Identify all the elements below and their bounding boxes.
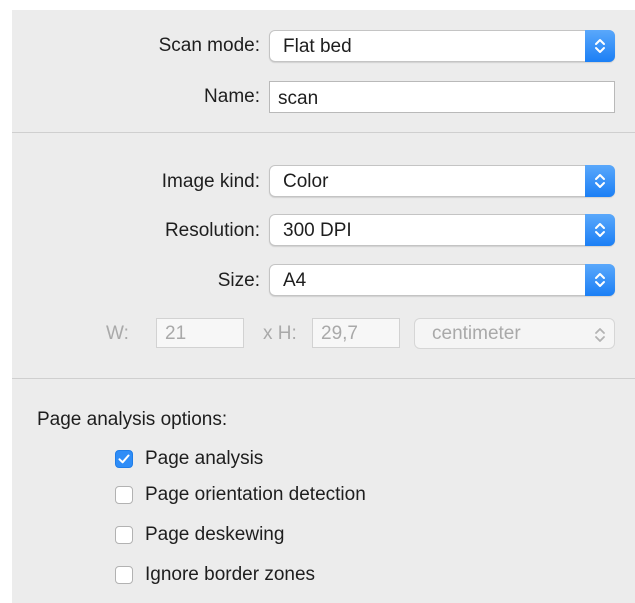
width-input[interactable]: 21 <box>156 318 244 348</box>
page-deskewing-checkbox[interactable] <box>115 526 133 544</box>
unit-value: centimeter <box>432 323 521 344</box>
scan-mode-popup[interactable]: Flat bed <box>269 30 615 62</box>
image-kind-stepper[interactable] <box>585 165 615 197</box>
ignore-border-zones-label: Ignore border zones <box>145 564 316 585</box>
size-value: A4 <box>283 270 307 291</box>
image-kind-value: Color <box>283 171 329 192</box>
page-analysis-checkbox[interactable] <box>115 450 133 468</box>
chevron-updown-icon <box>595 273 605 287</box>
scan-mode-value: Flat bed <box>283 36 352 57</box>
chevron-updown-icon <box>595 174 605 188</box>
resolution-value: 300 DPI <box>283 220 352 241</box>
name-input[interactable]: scan <box>269 81 615 113</box>
image-kind-popup[interactable]: Color <box>269 165 615 197</box>
width-label: W: <box>106 323 129 344</box>
page-deskewing-label: Page deskewing <box>145 524 285 545</box>
size-stepper[interactable] <box>585 264 615 296</box>
size-popup[interactable]: A4 <box>269 264 615 296</box>
page-orientation-detection-checkbox[interactable] <box>115 486 133 504</box>
height-label: x H: <box>263 323 297 344</box>
height-input[interactable]: 29,7 <box>312 318 400 348</box>
page-analysis-title: Page analysis options: <box>37 409 228 430</box>
scan-mode-stepper[interactable] <box>585 30 615 62</box>
checkmark-icon <box>118 454 130 464</box>
page-analysis-label: Page analysis <box>145 448 264 469</box>
page-orientation-detection-label: Page orientation detection <box>145 484 366 505</box>
name-input-value: scan <box>278 88 319 109</box>
resolution-stepper[interactable] <box>585 214 615 246</box>
separator <box>12 132 635 133</box>
scan-mode-label: Scan mode: <box>158 35 260 56</box>
chevron-updown-icon <box>595 328 605 342</box>
name-label: Name: <box>204 86 260 107</box>
separator <box>12 378 635 379</box>
ignore-border-zones-checkbox[interactable] <box>115 566 133 584</box>
image-kind-label: Image kind: <box>161 171 260 192</box>
resolution-label: Resolution: <box>164 220 260 241</box>
resolution-popup[interactable]: 300 DPI <box>269 214 615 246</box>
chevron-updown-icon <box>595 39 605 53</box>
unit-popup[interactable]: centimeter <box>414 318 615 349</box>
size-label: Size: <box>217 270 260 291</box>
scan-settings-panel: Scan mode: Flat bed Name: scan Image kin… <box>12 10 635 603</box>
height-input-value: 29,7 <box>321 323 358 344</box>
chevron-updown-icon <box>595 223 605 237</box>
width-input-value: 21 <box>165 323 187 344</box>
